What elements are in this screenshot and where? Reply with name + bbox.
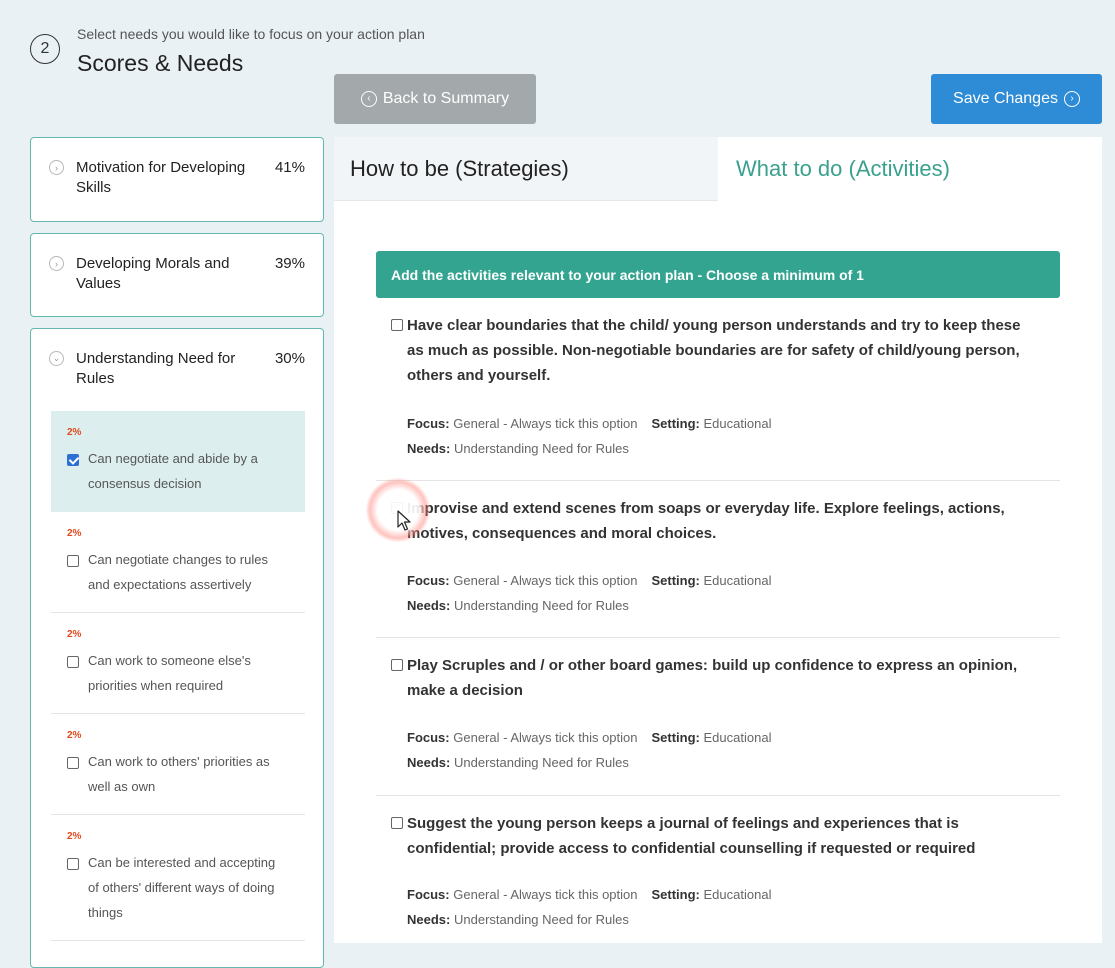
activity-title: Improvise and extend scenes from soaps o… — [407, 500, 1005, 542]
focus-label: Focus: — [407, 730, 450, 745]
sub-need-weight: 2% — [67, 629, 82, 640]
need-card-rules[interactable]: ⌄ Understanding Need for Rules 30% 2% Ca… — [30, 328, 324, 968]
setting-label: Setting: — [651, 730, 700, 745]
need-name: Developing Morals and Values — [76, 255, 230, 292]
activity-meta-needs: Needs: Understanding Need for Rules — [407, 750, 629, 775]
activity-meta-needs: Needs: Understanding Need for Rules — [407, 907, 629, 932]
sub-need-item[interactable]: 2% Can negotiate changes to rules and ex… — [51, 512, 305, 613]
sub-need-weight: 2% — [67, 528, 82, 539]
sub-need-item[interactable]: 2% Can be interested and accepting of ot… — [51, 815, 305, 941]
sub-need-checkbox[interactable] — [67, 555, 79, 567]
focus-label: Focus: — [407, 887, 450, 902]
save-changes-button[interactable]: Save Changes › — [931, 74, 1102, 124]
setting-label: Setting: — [651, 573, 700, 588]
chevron-right-circle-icon: › — [1063, 91, 1080, 107]
step-number: 2 — [30, 34, 60, 64]
sub-need-weight: 2% — [67, 831, 82, 842]
back-to-summary-button[interactable]: ‹ Back to Summary — [334, 74, 536, 124]
setting-value: Educational — [703, 416, 772, 431]
sub-need-label: Can be interested and accepting of other… — [88, 855, 276, 920]
activity-meta-needs: Needs: Understanding Need for Rules — [407, 436, 629, 461]
activity-meta-focus-setting: Focus: General - Always tick this option… — [407, 882, 771, 907]
tab-bar: How to be (Strategies) What to do (Activ… — [334, 137, 1102, 201]
focus-value: General - Always tick this option — [453, 573, 638, 588]
activity-checkbox[interactable] — [391, 502, 403, 514]
focus-value: General - Always tick this option — [453, 887, 638, 902]
activity-checkbox[interactable] — [391, 319, 403, 331]
need-card-morals[interactable]: › Developing Morals and Values 39% — [30, 233, 324, 317]
needs-value: Understanding Need for Rules — [453, 598, 629, 613]
needs-value: Understanding Need for Rules — [453, 441, 629, 456]
needs-label: Needs: — [407, 755, 451, 770]
chevron-left-circle-icon: ‹ — [360, 91, 377, 107]
instruction-banner: Add the activities relevant to your acti… — [376, 251, 1060, 298]
activity-meta-focus-setting: Focus: General - Always tick this option… — [407, 725, 771, 750]
activities-panel: How to be (Strategies) What to do (Activ… — [334, 137, 1102, 943]
activity-checkbox[interactable] — [391, 659, 403, 671]
activity-title: Suggest the young person keeps a journal… — [407, 815, 976, 857]
activity-item[interactable]: Have clear boundaries that the child/ yo… — [376, 313, 1060, 481]
need-name: Motivation for Developing Skills — [76, 159, 246, 196]
tab-strategies[interactable]: How to be (Strategies) — [334, 137, 718, 201]
sub-need-list: 2% Can negotiate and abide by a consensu… — [51, 411, 305, 941]
chevron-right-icon: › — [49, 256, 64, 271]
focus-label: Focus: — [407, 416, 450, 431]
sub-need-checkbox[interactable] — [67, 757, 79, 769]
chevron-down-icon: ⌄ — [49, 351, 64, 366]
sub-need-checkbox[interactable] — [67, 656, 79, 668]
needs-label: Needs: — [407, 912, 451, 927]
activity-meta-needs: Needs: Understanding Need for Rules — [407, 593, 629, 618]
save-button-label: Save Changes — [953, 90, 1058, 107]
need-percent: 39% — [274, 255, 305, 272]
activity-item[interactable]: Improvise and extend scenes from soaps o… — [376, 496, 1060, 638]
setting-value: Educational — [703, 730, 772, 745]
need-card-motivation[interactable]: › Motivation for Developing Skills 41% — [30, 137, 324, 222]
sub-need-checkbox[interactable] — [67, 454, 79, 466]
needs-label: Needs: — [407, 598, 451, 613]
back-button-label: Back to Summary — [382, 90, 510, 107]
step-subtitle: Select needs you would like to focus on … — [77, 26, 425, 42]
sub-need-weight: 2% — [67, 427, 82, 438]
setting-label: Setting: — [651, 416, 700, 431]
sub-need-item[interactable]: 2% Can work to someone else's priorities… — [51, 613, 305, 714]
needs-value: Understanding Need for Rules — [453, 755, 629, 770]
activity-meta-focus-setting: Focus: General - Always tick this option… — [407, 568, 771, 593]
sub-need-label: Can negotiate changes to rules and expec… — [88, 552, 268, 592]
focus-label: Focus: — [407, 573, 450, 588]
page-title: Scores & Needs — [77, 50, 244, 76]
setting-value: Educational — [703, 573, 772, 588]
activity-item[interactable]: Play Scruples and / or other board games… — [376, 653, 1060, 796]
activity-meta-focus-setting: Focus: General - Always tick this option… — [407, 411, 771, 436]
focus-value: General - Always tick this option — [453, 730, 638, 745]
focus-value: General - Always tick this option — [453, 416, 638, 431]
sub-need-item[interactable]: 2% Can negotiate and abide by a consensu… — [51, 411, 305, 512]
sub-need-label: Can negotiate and abide by a consensus d… — [88, 451, 258, 491]
setting-value: Educational — [703, 887, 772, 902]
activity-title: Play Scruples and / or other board games… — [407, 657, 1018, 699]
sub-need-weight: 2% — [67, 730, 82, 741]
sub-need-label: Can work to someone else's priorities wh… — [88, 653, 251, 693]
sub-need-label: Can work to others' priorities as well a… — [88, 754, 270, 794]
need-name: Understanding Need for Rules — [76, 350, 236, 387]
activity-checkbox[interactable] — [391, 817, 403, 829]
tab-activities[interactable]: What to do (Activities) — [718, 137, 1102, 201]
sub-need-item[interactable]: 2% Can work to others' priorities as wel… — [51, 714, 305, 815]
setting-label: Setting: — [651, 887, 700, 902]
need-percent: 30% — [274, 350, 305, 367]
need-percent: 41% — [274, 159, 305, 176]
activity-title: Have clear boundaries that the child/ yo… — [407, 317, 1021, 384]
needs-value: Understanding Need for Rules — [453, 912, 629, 927]
activity-item[interactable]: Suggest the young person keeps a journal… — [376, 811, 1060, 943]
chevron-right-icon: › — [49, 160, 64, 175]
needs-label: Needs: — [407, 441, 451, 456]
sub-need-checkbox[interactable] — [67, 858, 79, 870]
